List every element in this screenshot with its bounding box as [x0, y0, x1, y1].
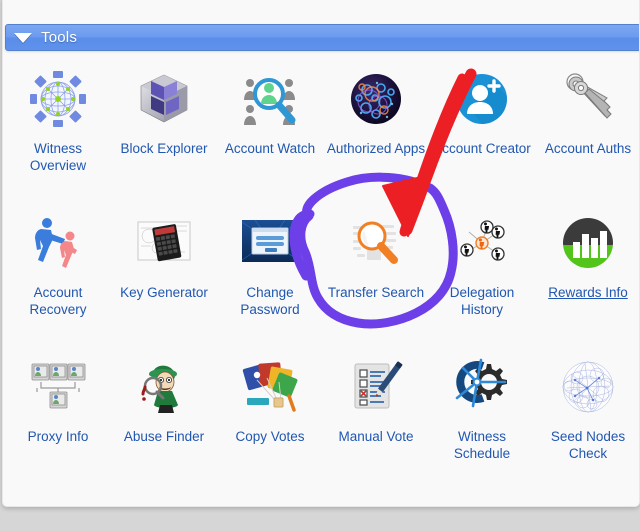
- tool-label[interactable]: Key Generator: [114, 284, 214, 301]
- login-form-icon: [237, 210, 303, 276]
- tool-item-transfer-search[interactable]: Transfer Search: [323, 202, 429, 346]
- tool-item-delegation-history[interactable]: Delegation History: [429, 202, 535, 346]
- tool-item-account-watch[interactable]: Account Watch: [217, 58, 323, 202]
- computers-tree-icon: [25, 354, 91, 420]
- tool-item-change-password[interactable]: Change Password: [217, 202, 323, 346]
- tool-item-copy-votes[interactable]: Copy Votes: [217, 346, 323, 490]
- tool-label[interactable]: Account Watch: [220, 140, 320, 157]
- tool-label[interactable]: Witness Schedule: [432, 428, 532, 462]
- tool-item-manual-vote[interactable]: Manual Vote: [323, 346, 429, 490]
- document-magnifier-icon: [343, 210, 409, 276]
- tool-label[interactable]: Manual Vote: [326, 428, 426, 445]
- tool-item-block-explorer[interactable]: Block Explorer: [111, 58, 217, 202]
- tool-item-account-auths[interactable]: Account Auths: [535, 58, 639, 202]
- tool-item-rewards-info[interactable]: Rewards Info: [535, 202, 639, 346]
- tools-panel: Tools Witness Overview Block Explorer Ac…: [2, 0, 640, 507]
- wire-globe-icon: [555, 354, 621, 420]
- people-magnifier-icon: [237, 66, 303, 132]
- tool-item-account-recovery[interactable]: Account Recovery: [5, 202, 111, 346]
- tool-label[interactable]: Change Password: [220, 284, 320, 318]
- tool-item-abuse-finder[interactable]: Abuse Finder: [111, 346, 217, 490]
- tool-item-witness-overview[interactable]: Witness Overview: [5, 58, 111, 202]
- helping-hands-icon: [25, 210, 91, 276]
- tool-item-authorized-apps[interactable]: Authorized Apps: [323, 58, 429, 202]
- tool-item-key-generator[interactable]: Key Generator: [111, 202, 217, 346]
- tool-label[interactable]: Account Auths: [538, 140, 638, 157]
- calculator-icon: [131, 210, 197, 276]
- tool-label[interactable]: Copy Votes: [220, 428, 320, 445]
- tool-item-seed-nodes-check[interactable]: Seed Nodes Check: [535, 346, 639, 490]
- tool-label[interactable]: Seed Nodes Check: [538, 428, 638, 462]
- tool-label[interactable]: Transfer Search: [326, 284, 426, 301]
- tools-section-header[interactable]: Tools: [5, 24, 639, 51]
- gear-clock-icon: [449, 354, 515, 420]
- tool-label[interactable]: Account Recovery: [8, 284, 108, 318]
- tool-item-proxy-info[interactable]: Proxy Info: [5, 346, 111, 490]
- keys-icon: [555, 66, 621, 132]
- tool-label[interactable]: Witness Overview: [8, 140, 108, 174]
- tool-label[interactable]: Rewards Info: [538, 284, 638, 301]
- section-title: Tools: [41, 29, 78, 46]
- colored-cards-icon: [237, 354, 303, 420]
- bar-chart-circle-icon: [555, 210, 621, 276]
- tool-item-witness-schedule[interactable]: Witness Schedule: [429, 346, 535, 490]
- screenshot-stage: Tools Witness Overview Block Explorer Ac…: [0, 0, 640, 531]
- checklist-pen-icon: [343, 354, 409, 420]
- tool-item-account-creator[interactable]: Account Creator: [429, 58, 535, 202]
- tool-label[interactable]: Account Creator: [432, 140, 532, 157]
- tool-label[interactable]: Delegation History: [432, 284, 532, 318]
- dark-sphere-apps-icon: [343, 66, 409, 132]
- cube-icon: [131, 66, 197, 132]
- tools-grid: Witness Overview Block Explorer Account …: [5, 58, 639, 490]
- tool-label[interactable]: Proxy Info: [8, 428, 108, 445]
- node-network-icon: [449, 210, 515, 276]
- tool-label[interactable]: Authorized Apps: [326, 140, 426, 157]
- detective-icon: [131, 354, 197, 420]
- tool-label[interactable]: Block Explorer: [114, 140, 214, 157]
- network-globe-icon: [25, 66, 91, 132]
- tool-label[interactable]: Abuse Finder: [114, 428, 214, 445]
- add-user-circle-icon: [449, 66, 515, 132]
- triangle-down-icon[interactable]: [14, 32, 32, 43]
